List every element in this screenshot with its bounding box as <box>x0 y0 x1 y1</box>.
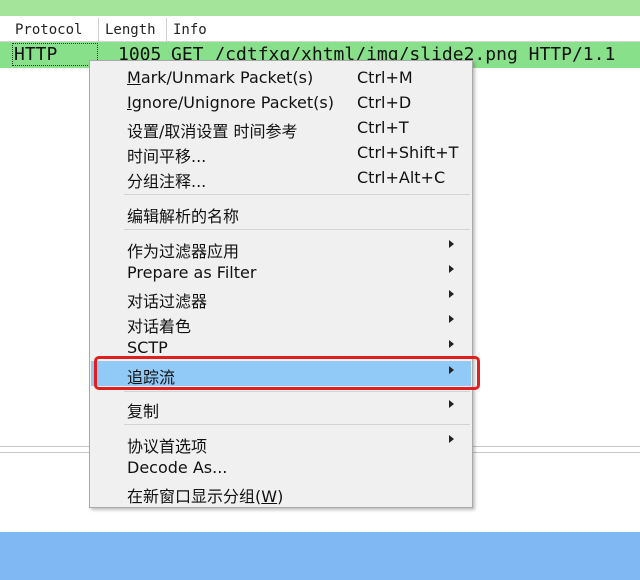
submenu-arrow-icon <box>449 400 454 408</box>
menu-separator <box>124 391 470 392</box>
menu-item-prepare-as-filter[interactable]: Prepare as Filter <box>91 260 471 285</box>
menu-item-label: 设置/取消设置 时间参考 <box>127 122 298 141</box>
menu-item-label: 复制 <box>127 402 160 421</box>
menu-item-conversation-filter[interactable]: 对话过滤器 <box>91 285 471 311</box>
menu-item-show-packet-in-new-window[interactable]: 在新窗口显示分组(W) <box>91 480 471 506</box>
menu-item-label: SCTP <box>127 338 168 357</box>
menu-item-shortcut: Ctrl+D <box>357 93 412 112</box>
column-info[interactable]: Info <box>167 18 640 42</box>
menu-item-protocol-preferences[interactable]: 协议首选项 <box>91 430 471 456</box>
menu-item-ignore-unignore-packet[interactable]: Ignore/Unignore Packet(s) Ctrl+D <box>91 90 471 115</box>
packet-list-header: Protocol Length Info <box>0 18 640 42</box>
menu-item-label: Prepare as Filter <box>127 263 257 282</box>
menu-item-time-shift[interactable]: 时间平移... Ctrl+Shift+T <box>91 140 471 166</box>
menu-item-label: Mark/Unmark Packet(s) <box>127 68 314 87</box>
submenu-arrow-icon <box>449 315 454 323</box>
menu-item-shortcut: Ctrl+T <box>357 118 409 137</box>
menu-item-copy[interactable]: 复制 <box>91 395 471 421</box>
menu-item-label: 编辑解析的名称 <box>127 207 240 226</box>
submenu-arrow-icon <box>449 240 454 248</box>
menu-separator <box>124 194 470 195</box>
menu-item-mark-unmark-packet[interactable]: Mark/Unmark Packet(s) Ctrl+M <box>91 65 471 90</box>
submenu-arrow-icon <box>449 290 454 298</box>
menu-item-shortcut: Ctrl+Shift+T <box>357 143 459 162</box>
menu-item-colorize-conversation[interactable]: 对话着色 <box>91 310 471 336</box>
column-protocol[interactable]: Protocol <box>9 18 99 42</box>
menu-item-packet-comment[interactable]: 分组注释... Ctrl+Alt+C <box>91 165 471 191</box>
menu-item-label: 协议首选项 <box>127 437 208 456</box>
menu-item-label: 作为过滤器应用 <box>127 242 240 261</box>
menu-item-shortcut: Ctrl+M <box>357 68 413 87</box>
column-length[interactable]: Length <box>99 18 167 42</box>
menu-item-label: 在新窗口显示分组(W) <box>127 487 284 506</box>
menu-item-edit-resolved-name[interactable]: 编辑解析的名称 <box>91 200 471 226</box>
menu-item-label: Decode As... <box>127 458 228 477</box>
highlight-annotation-box <box>94 356 480 390</box>
menu-item-label: 对话着色 <box>127 317 192 336</box>
menu-item-label: 时间平移... <box>127 147 207 166</box>
window-top-strip <box>0 0 640 16</box>
packet-protocol: HTTP <box>12 43 98 66</box>
menu-item-time-reference[interactable]: 设置/取消设置 时间参考 Ctrl+T <box>91 115 471 141</box>
menu-item-decode-as[interactable]: Decode As... <box>91 455 471 480</box>
menu-item-label: Ignore/Unignore Packet(s) <box>127 93 334 112</box>
context-menu: Mark/Unmark Packet(s) Ctrl+M Ignore/Unig… <box>89 60 473 508</box>
submenu-arrow-icon <box>449 340 454 348</box>
menu-item-label: 分组注释... <box>127 172 207 191</box>
status-bar <box>0 532 640 580</box>
menu-separator <box>124 424 470 425</box>
menu-item-apply-as-filter[interactable]: 作为过滤器应用 <box>91 235 471 261</box>
menu-separator <box>124 229 470 230</box>
submenu-arrow-icon <box>449 265 454 273</box>
menu-item-label: 对话过滤器 <box>127 292 208 311</box>
submenu-arrow-icon <box>449 435 454 443</box>
menu-item-shortcut: Ctrl+Alt+C <box>357 168 446 187</box>
